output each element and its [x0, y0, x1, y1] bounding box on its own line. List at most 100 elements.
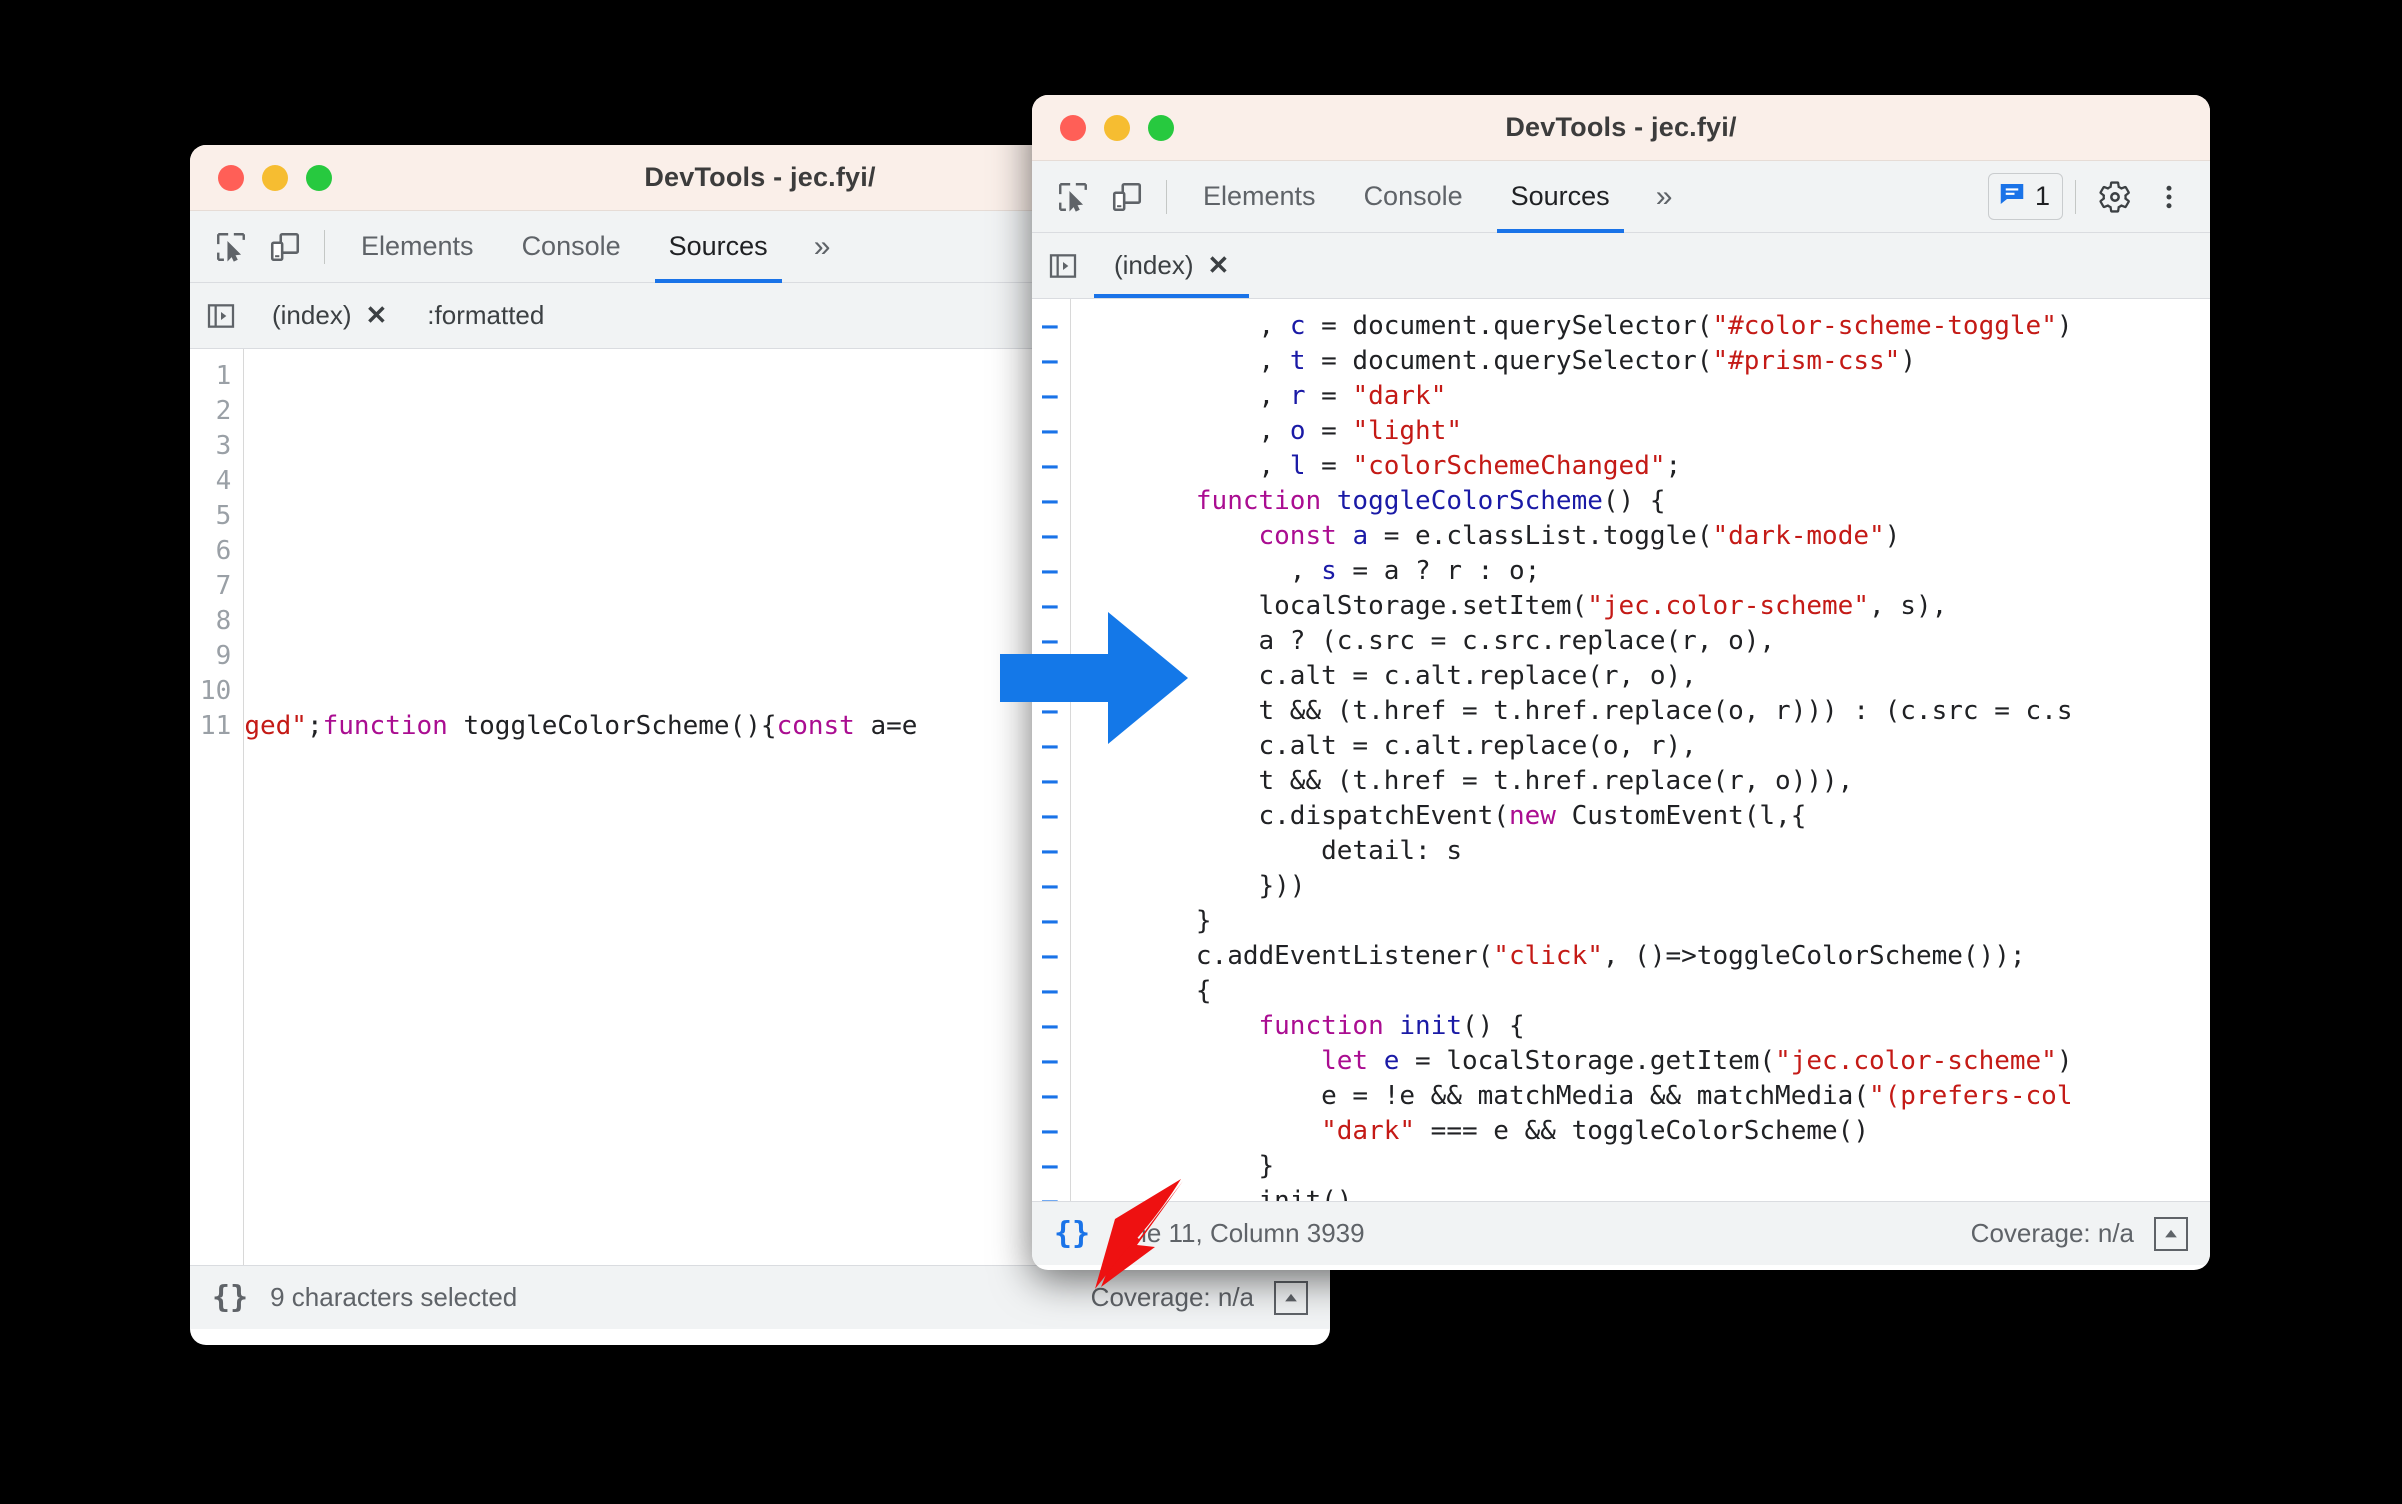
fold-marker: –	[1042, 556, 1058, 586]
code-line: , t = document.querySelector("#prism-css…	[1070, 346, 1916, 376]
fold-marker: –	[1042, 801, 1058, 831]
front-window-titlebar[interactable]: DevTools - jec.fyi/	[1032, 95, 2210, 161]
code-line: e = !e && matchMedia && matchMedia("(pre…	[1070, 1081, 2073, 1111]
line-number: 9	[215, 641, 232, 671]
desktop-background: DevTools - jec.fyi/ Elements Console Sou…	[0, 0, 2402, 1504]
device-toolbar-icon[interactable]	[1100, 170, 1154, 224]
code-line: function toggleColorScheme() {	[1195, 486, 1666, 516]
red-pointer-arrow	[1095, 1179, 1183, 1289]
line-number: 5	[215, 501, 232, 531]
more-tabs-chevron-icon[interactable]: »	[792, 211, 853, 282]
device-toolbar-icon[interactable]	[258, 220, 312, 274]
code-line: c.dispatchEvent(new CustomEvent(l,{	[1070, 801, 1807, 831]
drawer-toggle-icon[interactable]	[1274, 1280, 1308, 1315]
gear-icon[interactable]	[2088, 170, 2142, 224]
fold-marker: –	[1042, 311, 1058, 341]
close-icon[interactable]: ✕	[1207, 250, 1229, 281]
code-line: c.alt = c.alt.replace(r, o),	[1070, 661, 1697, 691]
navigator-panel-icon[interactable]	[190, 283, 252, 348]
file-tab-label: (index)	[272, 300, 352, 330]
code-line: }	[1070, 1151, 1275, 1181]
code-line: "dark" === e && toggleColorScheme()	[1321, 1116, 1869, 1146]
tab-elements[interactable]: Elements	[337, 211, 498, 282]
line-number: 4	[215, 466, 232, 496]
back-selection-status: 9 characters selected	[270, 1282, 518, 1312]
line-number: 7	[215, 571, 232, 601]
file-tab-formatted-label[interactable]: :formatted	[407, 283, 564, 348]
line-number: 3	[215, 431, 232, 461]
front-toolbar-right: 1	[1987, 170, 2196, 224]
code-line: c.alt = c.alt.replace(o, r),	[1070, 731, 1697, 761]
fold-marker: –	[1042, 1151, 1058, 1181]
front-fold-gutter: ––––––––––––––––––––––––––––	[1032, 299, 1071, 1201]
code-line: localStorage.setItem("jec.color-scheme",…	[1070, 591, 1948, 621]
code-line: }))	[1070, 871, 1306, 901]
tab-console[interactable]: Console	[1340, 161, 1487, 232]
front-window-title: DevTools - jec.fyi/	[1505, 112, 1737, 142]
code-line: , s = a ? r : o;	[1070, 556, 1541, 586]
more-tabs-chevron-icon[interactable]: »	[1634, 161, 1695, 232]
line-number: 11	[200, 711, 232, 741]
more-vertical-icon[interactable]	[2142, 170, 2196, 224]
navigator-panel-icon[interactable]	[1032, 233, 1094, 298]
fold-marker: –	[1042, 486, 1058, 516]
fold-marker: –	[1042, 521, 1058, 551]
back-panel-tabs: Elements Console Sources »	[337, 211, 853, 283]
code-line: detail: s	[1070, 836, 1462, 866]
fold-marker: –	[1042, 1011, 1058, 1041]
code-line: , r = "dark"	[1070, 381, 1447, 411]
close-icon[interactable]: ✕	[365, 300, 387, 331]
tab-sources[interactable]: Sources	[645, 211, 792, 283]
drawer-toggle-icon[interactable]	[2154, 1216, 2188, 1251]
code-line: const a = e.classList.toggle("dark-mode"…	[1258, 521, 1901, 551]
back-line-number-gutter: 1 2 3 4 5 6 7 8 9 10 11	[190, 349, 245, 1265]
pretty-print-button[interactable]: {}	[212, 1280, 248, 1315]
front-code-editor[interactable]: –––––––––––––––––––––––––––– , c = docum…	[1032, 299, 2210, 1201]
fold-marker: –	[1042, 836, 1058, 866]
code-line: a ? (c.src = c.src.replace(r, o),	[1070, 626, 1776, 656]
code-line: , c = document.querySelector("#color-sch…	[1070, 311, 2073, 341]
code-line: {	[1070, 976, 1212, 1006]
fold-marker: –	[1042, 1046, 1058, 1076]
tab-sources-label: Sources	[1510, 181, 1610, 211]
front-status-right: Coverage: n/a	[1971, 1216, 2188, 1251]
issues-message-icon	[1997, 179, 2027, 214]
inspect-cursor-icon[interactable]	[1046, 170, 1100, 224]
toolbar-divider	[2075, 179, 2076, 214]
front-devtools-toolbar: Elements Console Sources » 1	[1032, 161, 2210, 233]
line-number: 2	[215, 396, 232, 426]
line-number: 10	[200, 676, 232, 706]
front-file-tab-strip: (index) ✕	[1032, 233, 2210, 299]
tab-sources[interactable]: Sources	[1487, 161, 1634, 233]
issues-count-label: 1	[2034, 181, 2050, 211]
code-line: let e = localStorage.getItem("jec.color-…	[1321, 1046, 2073, 1076]
file-tab-index[interactable]: (index) ✕	[1094, 233, 1250, 298]
fold-marker: –	[1042, 1116, 1058, 1146]
issues-message-button[interactable]: 1	[1987, 173, 2063, 220]
tab-elements-label: Elements	[1203, 181, 1316, 211]
line-number: 6	[215, 536, 232, 566]
tab-console-label: Console	[1363, 181, 1463, 211]
tab-sources-label: Sources	[668, 231, 768, 261]
front-status-bar: {} Line 11, Column 3939 Coverage: n/a	[1032, 1201, 2210, 1265]
tab-console-label: Console	[521, 231, 621, 261]
tab-elements[interactable]: Elements	[1179, 161, 1340, 232]
code-line: }	[1070, 906, 1212, 936]
fold-marker: –	[1042, 1186, 1058, 1201]
toolbar-divider	[1166, 179, 1167, 214]
code-line: t && (t.href = t.href.replace(r, o))),	[1070, 766, 1854, 796]
front-code-content[interactable]: , c = document.querySelector("#color-sch…	[1071, 299, 2210, 1201]
front-devtools-window[interactable]: DevTools - jec.fyi/ Elements Console Sou…	[1032, 95, 2210, 1270]
tab-console[interactable]: Console	[498, 211, 645, 282]
fold-marker: –	[1042, 871, 1058, 901]
fold-marker: –	[1042, 766, 1058, 796]
code-line: , l = "colorSchemeChanged";	[1070, 451, 1682, 481]
file-tab-index[interactable]: (index) ✕	[252, 283, 408, 348]
line-number: 1	[215, 361, 232, 391]
fold-marker: –	[1042, 906, 1058, 936]
toolbar-divider	[324, 229, 325, 264]
inspect-cursor-icon[interactable]	[204, 220, 258, 274]
code-line: t && (t.href = t.href.replace(o, r))) : …	[1070, 696, 2073, 726]
line-number: 8	[215, 606, 232, 636]
fold-marker: –	[1042, 416, 1058, 446]
